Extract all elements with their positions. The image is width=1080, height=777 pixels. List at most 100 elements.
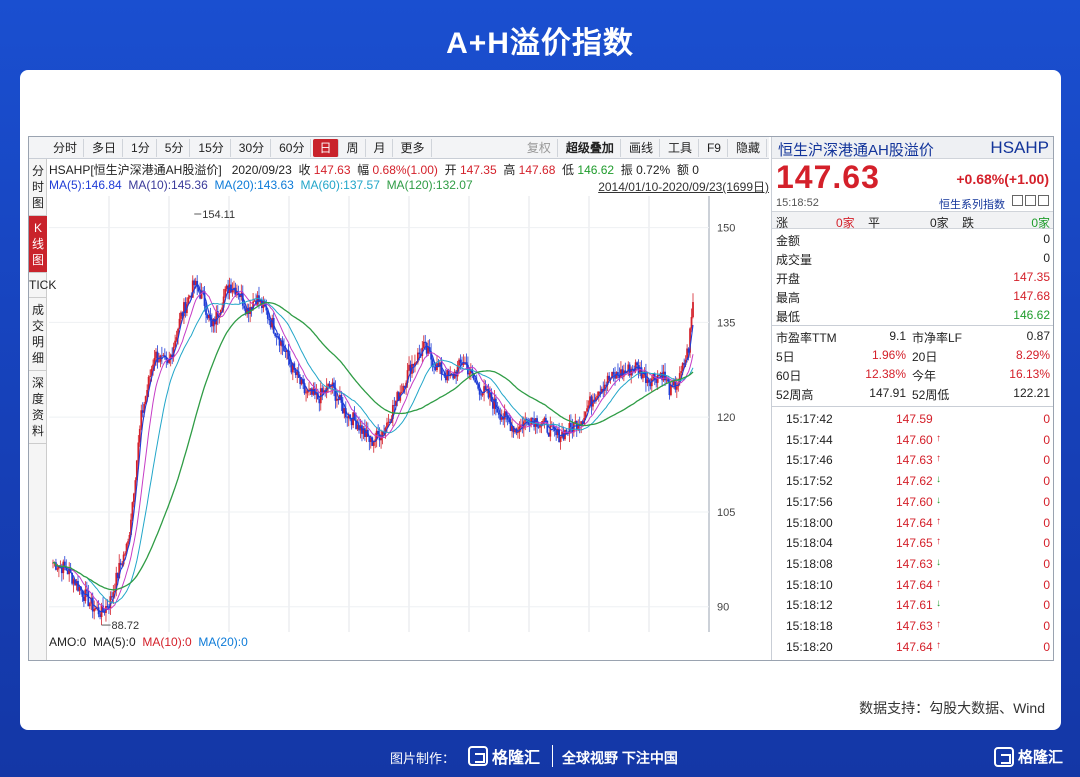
tick-row: 15:17:44 147.60 ↑ 0 (772, 430, 1053, 450)
side-tab[interactable]: 深度资料 (29, 371, 47, 444)
candle-body (174, 340, 177, 347)
toolbar-button[interactable]: 隐藏 (730, 138, 767, 157)
candle-body (274, 332, 277, 336)
kline-chart[interactable]: 90 105 120 135 150 154.11 88.72 (49, 196, 769, 632)
quote-panel: 恒生沪深港通AH股溢价 HSAHP 147.63 +0.68%(+1.00) 1… (771, 137, 1053, 661)
bar-date: 2020/09/23 (231, 163, 292, 177)
stat-label: 最高 (776, 291, 801, 305)
period-tab[interactable]: 1分 (125, 138, 157, 157)
candle-body (474, 379, 477, 383)
tick-price: 147.63 (896, 619, 933, 633)
stat-label: 最低 (776, 310, 801, 324)
toolbar-button[interactable]: 工具 (662, 138, 699, 157)
toolbar-button[interactable]: F9 (701, 138, 728, 157)
period-tab[interactable]: 15分 (192, 138, 231, 157)
tick-row: 15:18:24 147.62 ↓ 0 (772, 657, 1053, 661)
close-value: 147.63 (313, 163, 351, 177)
quote-name: 恒生沪深港通AH股溢价 (778, 142, 934, 159)
tick-price: 147.62 (896, 660, 933, 661)
stat-label: 开盘 (776, 272, 801, 286)
low-value: 146.62 (577, 163, 615, 177)
tick-volume: 0 (1043, 474, 1050, 489)
candle-body (124, 553, 126, 555)
tick-time: 15:18:04 (786, 536, 833, 551)
metric-value: 12.38% (865, 367, 906, 381)
toolbar-button[interactable]: 画线 (623, 138, 660, 157)
down-label: 跌 (962, 216, 975, 230)
side-tab[interactable]: K线图 (29, 216, 47, 273)
stat-label: 金额 (776, 234, 801, 248)
tick-time: 15:18:10 (786, 577, 833, 592)
y-tick-label: 105 (717, 507, 735, 519)
footer: 图片制作： 格隆汇 全球视野 下注中国 格隆汇 (0, 742, 1080, 772)
period-tab[interactable]: 5分 (159, 138, 191, 157)
candle-body (268, 318, 271, 321)
tick-price: 147.63 (896, 453, 933, 468)
grid-icon[interactable] (1025, 195, 1036, 206)
candle-body (158, 361, 160, 363)
metric-row: 市盈率TTM 9.1 市净率LF 0.87 (772, 327, 1053, 346)
period-tab[interactable]: 多日 (86, 138, 124, 157)
period-tab[interactable]: 30分 (233, 138, 272, 157)
ma60-value: MA(60):137.57 (300, 178, 380, 192)
candle-body (468, 373, 471, 375)
tick-time: 15:18:18 (786, 619, 833, 633)
tick-price: 147.65 (896, 536, 933, 551)
date-range[interactable]: 2014/01/10-2020/09/23(1699日) (598, 178, 769, 195)
candle-body (569, 422, 572, 427)
y-tick-label: 120 (717, 412, 735, 424)
tick-volume: 0 (1043, 556, 1050, 571)
y-tick-label: 90 (717, 602, 729, 614)
period-tab[interactable]: 日 (313, 138, 339, 157)
tick-row: 15:18:04 147.65 ↑ 0 (772, 533, 1053, 553)
amo-line: AMO:0 MA(5):0 MA(10):0 MA(20):0 (49, 635, 248, 649)
series-link[interactable]: 恒生系列指数 (939, 196, 1005, 212)
amo-value: AMO:0 (49, 635, 87, 649)
candle-body (243, 305, 246, 309)
tick-price: 147.60 (896, 432, 933, 447)
tick-price: 147.64 (896, 639, 933, 654)
tick-time: 15:18:20 (786, 639, 833, 654)
edit-icon[interactable] (1012, 195, 1023, 206)
ma5-value: MA(5):146.84 (49, 178, 122, 192)
tick-volume: 0 (1043, 412, 1050, 426)
corner-logo-icon (994, 746, 1014, 767)
add-icon[interactable] (1038, 195, 1049, 206)
candle-body (459, 359, 462, 363)
tick-arrow-icon: ↑ (936, 515, 941, 527)
period-tab[interactable]: 60分 (273, 138, 312, 157)
side-tab[interactable]: 成交明细 (29, 298, 47, 371)
tick-volume: 0 (1043, 494, 1050, 509)
tick-volume: 0 (1043, 432, 1050, 447)
flat-label: 平 (868, 216, 881, 230)
metric-row: 5日 1.96% 20日 8.29% (772, 346, 1053, 365)
candle-body (675, 386, 678, 390)
candle-body (400, 391, 403, 393)
amo-ma5: MA(5):0 (93, 635, 136, 649)
candle-body (56, 568, 59, 570)
tick-arrow-icon: ↓ (936, 494, 941, 506)
toolbar-button[interactable]: 超级叠加 (560, 138, 621, 157)
brand-logo: 格隆汇 (468, 744, 540, 768)
tick-arrow-icon: ↑ (936, 453, 941, 465)
period-tab[interactable]: 周 (341, 138, 366, 157)
side-tab[interactable]: TICK (29, 273, 56, 298)
tick-volume: 0 (1043, 515, 1050, 530)
candle-body (377, 430, 380, 435)
tick-time: 15:18:12 (786, 598, 833, 613)
made-by: 图片制作： (390, 751, 456, 766)
toolbar-button[interactable]: 复权 (521, 138, 558, 157)
divider (772, 406, 1053, 407)
candle-body (586, 408, 588, 412)
period-tab[interactable]: 分时 (47, 138, 85, 157)
tick-arrow-icon: ↓ (936, 556, 941, 568)
metric-label: 52周高 (776, 388, 814, 402)
side-tab[interactable]: 分时图 (29, 159, 47, 216)
vol-label: 额 (676, 163, 689, 177)
period-tab[interactable]: 更多 (395, 138, 432, 157)
candle-body (127, 541, 129, 544)
metric-value: 16.13% (1009, 367, 1050, 381)
tick-arrow-icon: ↑ (936, 432, 941, 444)
period-tab[interactable]: 月 (368, 138, 393, 157)
tick-row: 15:18:10 147.64 ↑ 0 (772, 575, 1053, 595)
